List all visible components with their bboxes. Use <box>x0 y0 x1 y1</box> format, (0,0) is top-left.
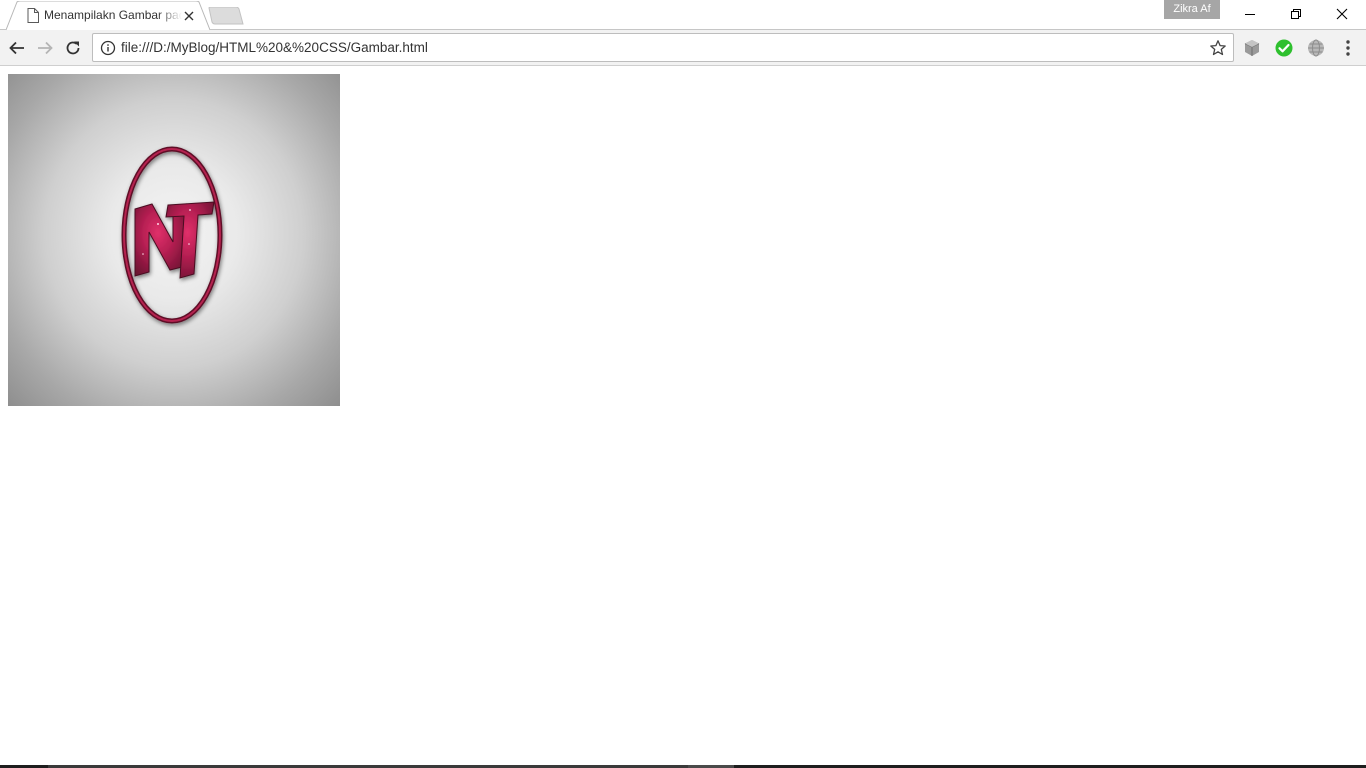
restore-icon <box>1291 9 1301 19</box>
arrow-left-icon <box>9 41 24 55</box>
reload-button[interactable] <box>60 35 86 61</box>
back-button[interactable] <box>4 35 30 61</box>
url-text[interactable]: file:///D:/MyBlog/HTML%20&%20CSS/Gambar.… <box>121 34 428 61</box>
check-circle-icon[interactable] <box>1274 38 1294 58</box>
tab-close-icon[interactable] <box>182 9 196 23</box>
globe-icon[interactable] <box>1306 38 1326 58</box>
new-tab-button[interactable] <box>208 6 244 25</box>
tab-active[interactable]: Menampilakn Gambar pada HTML <box>6 1 210 31</box>
close-icon <box>1336 8 1348 20</box>
minimize-button[interactable] <box>1227 0 1273 28</box>
kebab-menu-icon[interactable] <box>1338 38 1358 58</box>
browser-toolbar: file:///D:/MyBlog/HTML%20&%20CSS/Gambar.… <box>0 30 1366 66</box>
page-viewport <box>0 67 1366 765</box>
minimize-icon <box>1245 14 1255 15</box>
arrow-right-icon <box>38 41 53 55</box>
tab-strip: Menampilakn Gambar pada HTML Zikra Af <box>0 0 1366 31</box>
info-icon[interactable] <box>100 40 116 56</box>
logo-image <box>8 74 340 406</box>
forward-button[interactable] <box>32 35 58 61</box>
browser-window: Menampilakn Gambar pada HTML Zikra Af <box>0 0 1366 768</box>
nt-logo-icon <box>121 146 223 324</box>
address-bar[interactable]: file:///D:/MyBlog/HTML%20&%20CSS/Gambar.… <box>92 33 1234 62</box>
reload-icon <box>66 41 80 55</box>
profile-badge[interactable]: Zikra Af <box>1164 0 1220 19</box>
page-icon <box>27 8 39 23</box>
star-icon[interactable] <box>1209 39 1227 57</box>
cube-extension-icon[interactable] <box>1242 38 1262 58</box>
close-window-button[interactable] <box>1318 0 1366 28</box>
tab-title: Menampilakn Gambar pada HTML <box>44 8 182 22</box>
restore-button[interactable] <box>1273 0 1319 28</box>
